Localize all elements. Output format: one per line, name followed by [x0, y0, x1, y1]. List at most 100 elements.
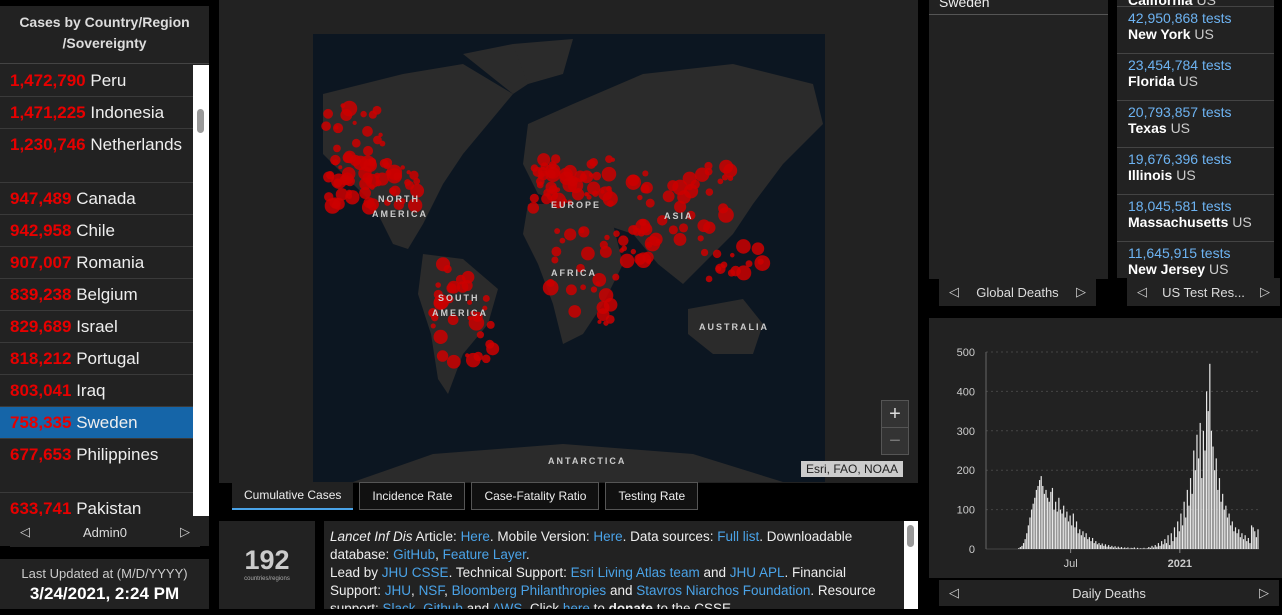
case-marker — [599, 245, 612, 258]
chart-bar — [1223, 509, 1225, 549]
country-row[interactable]: 942,958 Chile — [0, 215, 193, 247]
mobile-link[interactable]: Here — [593, 529, 622, 544]
case-marker — [678, 223, 689, 233]
world-map[interactable] — [313, 34, 825, 482]
scrollbar-thumb[interactable] — [197, 109, 204, 133]
case-marker — [649, 232, 663, 247]
chart-bar — [1088, 537, 1090, 549]
list-item[interactable]: 18,045,581 tests Massachusetts US — [1117, 195, 1274, 242]
y-tick-label: 200 — [957, 465, 975, 477]
full-list-link[interactable]: Full list — [717, 529, 759, 544]
case-marker — [340, 103, 346, 109]
chart-bar — [1093, 543, 1095, 549]
chevron-left-icon[interactable]: ◁ — [949, 284, 959, 300]
place-name: Texas US — [1128, 120, 1191, 136]
chevron-left-icon[interactable]: ◁ — [949, 585, 959, 601]
x-tick-label: Jul — [1064, 558, 1078, 570]
chart-bar — [1196, 434, 1198, 549]
country-row[interactable]: 947,489 Canada — [0, 183, 193, 215]
case-count: 829,689 — [10, 317, 72, 336]
tab-cumulative-cases[interactable]: Cumulative Cases — [232, 482, 354, 510]
list-item[interactable]: 20,793,857 tests Texas US — [1117, 101, 1274, 148]
list-item[interactable]: 23,454,784 tests Florida US — [1117, 54, 1274, 101]
country-row[interactable]: 633,741 Pakistan — [0, 493, 193, 516]
chart-bar — [1091, 537, 1094, 549]
case-marker — [436, 350, 449, 362]
donate-here-link[interactable]: here — [563, 601, 590, 609]
country-row[interactable]: 818,212 Portugal — [0, 343, 193, 375]
zoom-out-button[interactable]: − — [881, 427, 909, 455]
esri-link[interactable]: Esri Living Atlas team — [571, 565, 700, 580]
country-row[interactable]: 803,041 Iraq — [0, 375, 193, 407]
list-item[interactable]: California US — [1117, 0, 1274, 8]
chart-bar — [1109, 547, 1111, 549]
tab-incidence-rate[interactable]: Incidence Rate — [359, 482, 466, 510]
foundation-link[interactable]: Foundation — [743, 583, 811, 598]
case-count: 942,958 — [10, 221, 72, 240]
chart-bar — [1239, 537, 1241, 549]
info-scrollbar[interactable] — [904, 521, 918, 609]
chart-bar — [1103, 545, 1105, 549]
chart-bar — [1231, 521, 1233, 549]
article-link[interactable]: Here — [461, 529, 490, 544]
country-row[interactable]: 829,689 Israel — [0, 311, 193, 343]
country-row[interactable]: 1,230,746 Netherlands — [0, 129, 193, 183]
case-marker — [323, 171, 335, 183]
country-row[interactable]: 1,471,225 Indonesia — [0, 97, 193, 129]
nsf-link[interactable]: NSF — [419, 583, 445, 598]
case-marker — [363, 145, 374, 156]
chart-bar — [1188, 505, 1190, 549]
chevron-left-icon[interactable]: ◁ — [1137, 284, 1147, 300]
country-row[interactable]: 677,653 Philippines — [0, 439, 193, 493]
zoom-in-button[interactable]: + — [881, 400, 909, 428]
case-marker — [323, 108, 334, 119]
chevron-left-icon[interactable]: ◁ — [20, 524, 30, 540]
list-item[interactable]: 42,950,868 tests New York US — [1117, 7, 1274, 54]
case-marker — [736, 239, 751, 254]
chevron-right-icon[interactable]: ▷ — [1076, 284, 1086, 300]
country-row[interactable]: 758,335 Sweden — [0, 407, 193, 439]
chart-pager: ◁ Daily Deaths ▷ — [939, 580, 1279, 606]
case-marker — [486, 342, 500, 356]
chart-bar — [1162, 544, 1164, 549]
stavros-link[interactable]: Stavros Niarchos — [636, 583, 739, 598]
feature-layer-link[interactable]: Feature Layer — [443, 547, 526, 562]
github2-link[interactable]: Github — [423, 601, 463, 609]
chart-bar — [1100, 545, 1102, 549]
chart-bar — [1214, 470, 1216, 549]
chart-bar — [1207, 411, 1209, 549]
jhu-csse-link[interactable]: JHU CSSE — [382, 565, 449, 580]
case-marker — [720, 261, 728, 269]
info-panel: Lancet Inf Dis Article: Here. Mobile Ver… — [324, 521, 918, 609]
slack-link[interactable]: Slack — [383, 601, 416, 609]
case-marker — [333, 144, 341, 153]
chevron-right-icon[interactable]: ▷ — [1260, 284, 1270, 300]
case-marker — [705, 188, 714, 196]
scrollbar-thumb[interactable] — [907, 525, 914, 547]
case-marker — [603, 298, 618, 312]
chart-bar — [1159, 545, 1161, 549]
bloomberg-link[interactable]: Bloomberg Philanthropies — [452, 583, 607, 598]
aws-link[interactable]: AWS — [492, 601, 522, 609]
jhu-apl-link[interactable]: JHU APL — [730, 565, 785, 580]
map-label-north: NORTH — [378, 194, 420, 204]
case-marker — [324, 192, 334, 202]
github-link[interactable]: GitHub — [393, 547, 435, 562]
tab-testing-rate[interactable]: Testing Rate — [605, 482, 699, 510]
list-item[interactable]: 19,676,396 tests Illinois US — [1117, 148, 1274, 195]
chart-bar — [1172, 541, 1174, 549]
country-row[interactable]: 839,238 Belgium — [0, 279, 193, 311]
country-row[interactable]: 1,472,790 Peru — [0, 65, 193, 97]
list-scrollbar[interactable] — [193, 65, 209, 516]
jhu-link[interactable]: JHU — [385, 583, 411, 598]
last-updated-label: Last Updated at (M/D/YYYY) — [21, 566, 188, 581]
chevron-right-icon[interactable]: ▷ — [1259, 585, 1269, 601]
country-row[interactable]: 907,007 Romania — [0, 247, 193, 279]
tab-case-fatality-ratio[interactable]: Case-Fatality Ratio — [471, 482, 600, 510]
case-count: 803,041 — [10, 381, 72, 400]
deaths-list-item[interactable]: Sweden — [939, 0, 990, 10]
list-item[interactable]: 11,645,915 tests New Jersey US — [1117, 242, 1274, 278]
map-label-south-america: AMERICA — [432, 308, 488, 318]
chevron-right-icon[interactable]: ▷ — [180, 524, 190, 540]
chart-bar — [1038, 480, 1041, 549]
